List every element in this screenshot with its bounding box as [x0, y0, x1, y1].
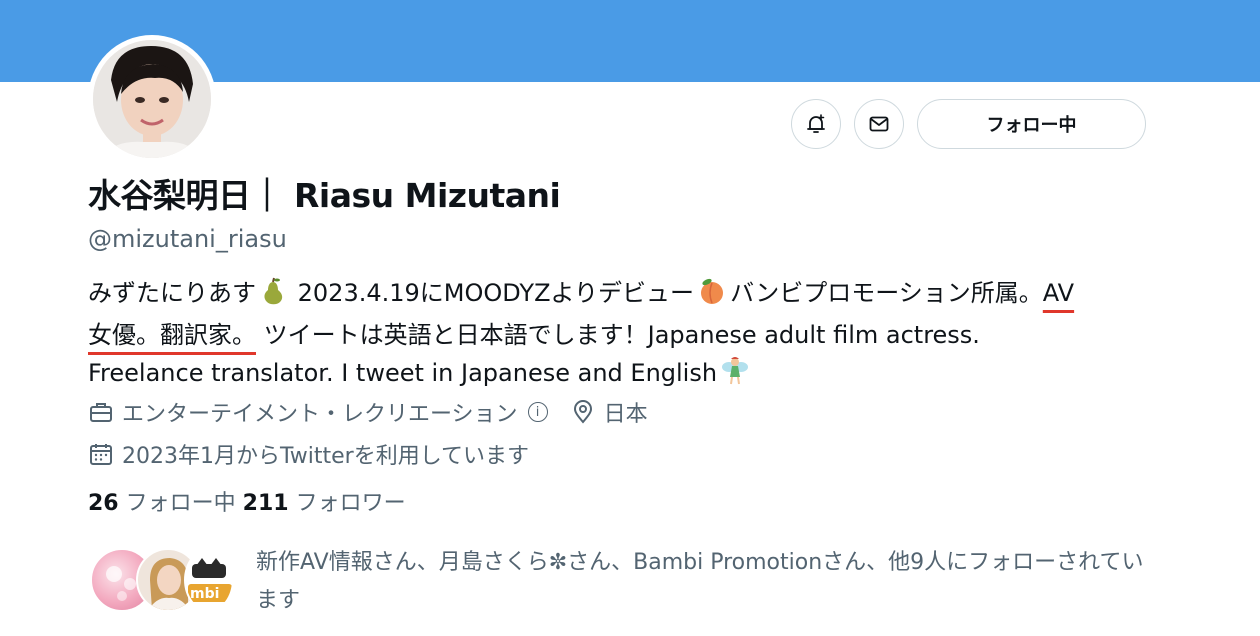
bambi-badge-text: mbi — [190, 586, 219, 602]
fairy-emoji-icon — [721, 355, 749, 396]
profile-bio: みずたにりあす 2023.4.19にMOODYZよりデビュー バンビプロモーション… — [88, 274, 1098, 396]
profile-avatar[interactable] — [88, 35, 216, 163]
followers-label: フォロワー — [295, 491, 406, 516]
briefcase-icon — [88, 399, 114, 425]
calendar-icon — [88, 441, 114, 467]
category-text: エンターテイメント・レクリエーション — [122, 402, 518, 427]
follow-counts: 26 フォロー中 211 フォロワー — [88, 488, 406, 520]
followed-by-avatars[interactable]: mbi — [90, 548, 240, 614]
bio-text: みずたにりあす — [88, 279, 256, 307]
joined-text: 2023年1月からTwitterを利用しています — [122, 444, 530, 469]
peach-emoji-icon — [698, 277, 726, 316]
notification-button[interactable] — [791, 99, 841, 149]
avatar-image — [93, 40, 211, 158]
profile-category-row: エンターテイメント・レクリエーション i 日本 — [88, 396, 648, 428]
envelope-icon — [869, 116, 889, 132]
followers-link[interactable]: 211 フォロワー — [243, 491, 406, 516]
pear-emoji-icon — [260, 277, 286, 316]
following-button[interactable]: フォロー中 — [917, 99, 1146, 149]
followed-by-text[interactable]: 新作AV情報さん、月島さくら✼さん、Bambi Promotionさん、他9人に… — [256, 544, 1156, 620]
followers-count: 211 — [242, 491, 289, 516]
message-button[interactable] — [854, 99, 904, 149]
bio-text: 2023.4.19にMOODYZよりデビュー — [290, 279, 695, 307]
info-icon[interactable]: i — [527, 402, 548, 422]
bell-plus-icon — [807, 114, 825, 133]
location-pin-icon — [570, 399, 596, 425]
following-label: フォロー中 — [125, 491, 236, 516]
display-name: 水谷梨明日｜ Riasu Mizutani — [88, 176, 561, 215]
following-link[interactable]: 26 フォロー中 — [88, 491, 236, 516]
joined-date-row: 2023年1月からTwitterを利用しています — [88, 438, 529, 470]
avatar: mbi — [184, 548, 234, 612]
following-count: 26 — [88, 491, 119, 516]
location-text: 日本 — [603, 402, 648, 427]
username-handle: @mizutani_riasu — [88, 225, 287, 253]
bio-text: バンビプロモーション所属。 — [730, 279, 1043, 307]
